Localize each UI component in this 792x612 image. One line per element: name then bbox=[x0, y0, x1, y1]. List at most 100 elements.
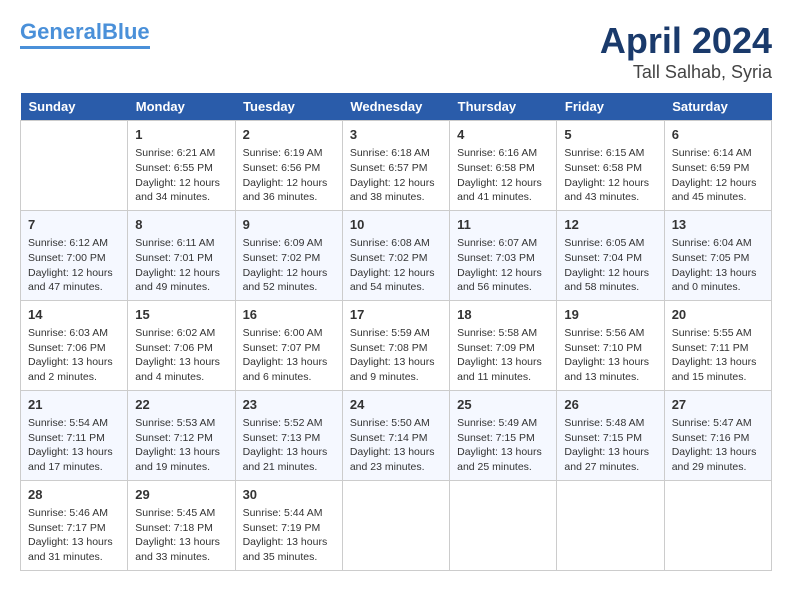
location-title: Tall Salhab, Syria bbox=[600, 62, 772, 83]
day-info: Sunrise: 5:54 AM Sunset: 7:11 PM Dayligh… bbox=[28, 416, 120, 475]
day-info: Sunrise: 6:12 AM Sunset: 7:00 PM Dayligh… bbox=[28, 236, 120, 295]
day-info: Sunrise: 5:49 AM Sunset: 7:15 PM Dayligh… bbox=[457, 416, 549, 475]
day-number: 19 bbox=[564, 306, 656, 324]
day-number: 23 bbox=[243, 396, 335, 414]
day-info: Sunrise: 6:09 AM Sunset: 7:02 PM Dayligh… bbox=[243, 236, 335, 295]
day-number: 10 bbox=[350, 216, 442, 234]
day-number: 14 bbox=[28, 306, 120, 324]
day-cell: 22 Sunrise: 5:53 AM Sunset: 7:12 PM Dayli… bbox=[128, 390, 235, 480]
day-info: Sunrise: 6:03 AM Sunset: 7:06 PM Dayligh… bbox=[28, 326, 120, 385]
day-cell: 12 Sunrise: 6:05 AM Sunset: 7:04 PM Dayli… bbox=[557, 210, 664, 300]
header-day-monday: Monday bbox=[128, 93, 235, 121]
day-cell: 18 Sunrise: 5:58 AM Sunset: 7:09 PM Dayli… bbox=[450, 300, 557, 390]
day-number: 26 bbox=[564, 396, 656, 414]
day-number: 11 bbox=[457, 216, 549, 234]
day-cell: 21 Sunrise: 5:54 AM Sunset: 7:11 PM Dayli… bbox=[21, 390, 128, 480]
day-cell: 17Sunrise: 5:59 AM Sunset: 7:08 PM Dayli… bbox=[342, 300, 449, 390]
day-number: 17 bbox=[350, 306, 442, 324]
header-day-tuesday: Tuesday bbox=[235, 93, 342, 121]
calendar-header-row: SundayMondayTuesdayWednesdayThursdayFrid… bbox=[21, 93, 772, 121]
header-day-sunday: Sunday bbox=[21, 93, 128, 121]
day-info: Sunrise: 6:15 AM Sunset: 6:58 PM Dayligh… bbox=[564, 146, 656, 205]
day-number: 29 bbox=[135, 486, 227, 504]
day-number: 24 bbox=[350, 396, 442, 414]
day-number: 8 bbox=[135, 216, 227, 234]
day-info: Sunrise: 5:47 AM Sunset: 7:16 PM Dayligh… bbox=[672, 416, 764, 475]
week-row-3: 21 Sunrise: 5:54 AM Sunset: 7:11 PM Dayli… bbox=[21, 390, 772, 480]
header-day-friday: Friday bbox=[557, 93, 664, 121]
day-cell: 19 Sunrise: 5:56 AM Sunset: 7:10 PM Dayli… bbox=[557, 300, 664, 390]
day-cell: 2 Sunrise: 6:19 AM Sunset: 6:56 PM Daylig… bbox=[235, 121, 342, 211]
day-number: 13 bbox=[672, 216, 764, 234]
day-cell bbox=[557, 480, 664, 570]
logo-underline bbox=[20, 46, 150, 49]
day-cell: 10 Sunrise: 6:08 AM Sunset: 7:02 PM Dayli… bbox=[342, 210, 449, 300]
day-info: Sunrise: 5:45 AM Sunset: 7:18 PM Dayligh… bbox=[135, 506, 227, 565]
day-info: Sunrise: 6:21 AM Sunset: 6:55 PM Dayligh… bbox=[135, 146, 227, 205]
day-number: 20 bbox=[672, 306, 764, 324]
day-number: 30 bbox=[243, 486, 335, 504]
day-info: Sunrise: 6:08 AM Sunset: 7:02 PM Dayligh… bbox=[350, 236, 442, 295]
calendar-table: SundayMondayTuesdayWednesdayThursdayFrid… bbox=[20, 93, 772, 571]
day-cell: 30 Sunrise: 5:44 AM Sunset: 7:19 PM Dayli… bbox=[235, 480, 342, 570]
logo-general: General bbox=[20, 19, 102, 44]
day-info: Sunrise: 5:44 AM Sunset: 7:19 PM Dayligh… bbox=[243, 506, 335, 565]
day-cell: 8Sunrise: 6:11 AM Sunset: 7:01 PM Daylig… bbox=[128, 210, 235, 300]
day-cell: 16 Sunrise: 6:00 AM Sunset: 7:07 PM Dayli… bbox=[235, 300, 342, 390]
header-day-wednesday: Wednesday bbox=[342, 93, 449, 121]
day-info: Sunrise: 6:19 AM Sunset: 6:56 PM Dayligh… bbox=[243, 146, 335, 205]
logo-text: GeneralBlue bbox=[20, 20, 150, 44]
day-cell: 23 Sunrise: 5:52 AM Sunset: 7:13 PM Dayli… bbox=[235, 390, 342, 480]
day-cell: 28 Sunrise: 5:46 AM Sunset: 7:17 PM Dayli… bbox=[21, 480, 128, 570]
day-cell bbox=[342, 480, 449, 570]
day-number: 5 bbox=[564, 126, 656, 144]
day-cell: 14 Sunrise: 6:03 AM Sunset: 7:06 PM Dayli… bbox=[21, 300, 128, 390]
day-cell: 24Sunrise: 5:50 AM Sunset: 7:14 PM Dayli… bbox=[342, 390, 449, 480]
day-number: 4 bbox=[457, 126, 549, 144]
day-cell bbox=[450, 480, 557, 570]
day-number: 12 bbox=[564, 216, 656, 234]
day-info: Sunrise: 5:58 AM Sunset: 7:09 PM Dayligh… bbox=[457, 326, 549, 385]
day-number: 22 bbox=[135, 396, 227, 414]
day-cell: 9Sunrise: 6:09 AM Sunset: 7:02 PM Daylig… bbox=[235, 210, 342, 300]
day-number: 25 bbox=[457, 396, 549, 414]
day-number: 21 bbox=[28, 396, 120, 414]
day-cell: 7Sunrise: 6:12 AM Sunset: 7:00 PM Daylig… bbox=[21, 210, 128, 300]
day-cell: 27 Sunrise: 5:47 AM Sunset: 7:16 PM Dayli… bbox=[664, 390, 771, 480]
day-info: Sunrise: 5:55 AM Sunset: 7:11 PM Dayligh… bbox=[672, 326, 764, 385]
day-info: Sunrise: 6:05 AM Sunset: 7:04 PM Dayligh… bbox=[564, 236, 656, 295]
day-info: Sunrise: 6:07 AM Sunset: 7:03 PM Dayligh… bbox=[457, 236, 549, 295]
day-info: Sunrise: 5:56 AM Sunset: 7:10 PM Dayligh… bbox=[564, 326, 656, 385]
day-cell: 1Sunrise: 6:21 AM Sunset: 6:55 PM Daylig… bbox=[128, 121, 235, 211]
day-info: Sunrise: 6:00 AM Sunset: 7:07 PM Dayligh… bbox=[243, 326, 335, 385]
day-number: 15 bbox=[135, 306, 227, 324]
day-info: Sunrise: 6:04 AM Sunset: 7:05 PM Dayligh… bbox=[672, 236, 764, 295]
day-cell: 15Sunrise: 6:02 AM Sunset: 7:06 PM Dayli… bbox=[128, 300, 235, 390]
logo-blue: Blue bbox=[102, 19, 150, 44]
week-row-2: 14 Sunrise: 6:03 AM Sunset: 7:06 PM Dayli… bbox=[21, 300, 772, 390]
day-info: Sunrise: 5:53 AM Sunset: 7:12 PM Dayligh… bbox=[135, 416, 227, 475]
day-cell: 26 Sunrise: 5:48 AM Sunset: 7:15 PM Dayli… bbox=[557, 390, 664, 480]
day-cell: 13 Sunrise: 6:04 AM Sunset: 7:05 PM Dayli… bbox=[664, 210, 771, 300]
day-number: 3 bbox=[350, 126, 442, 144]
month-title: April 2024 bbox=[600, 20, 772, 62]
day-cell: 4 Sunrise: 6:16 AM Sunset: 6:58 PM Daylig… bbox=[450, 121, 557, 211]
day-number: 18 bbox=[457, 306, 549, 324]
day-number: 28 bbox=[28, 486, 120, 504]
day-info: Sunrise: 5:48 AM Sunset: 7:15 PM Dayligh… bbox=[564, 416, 656, 475]
day-cell: 3 Sunrise: 6:18 AM Sunset: 6:57 PM Daylig… bbox=[342, 121, 449, 211]
day-info: Sunrise: 6:14 AM Sunset: 6:59 PM Dayligh… bbox=[672, 146, 764, 205]
header-day-thursday: Thursday bbox=[450, 93, 557, 121]
day-number: 27 bbox=[672, 396, 764, 414]
day-number: 2 bbox=[243, 126, 335, 144]
day-cell: 20 Sunrise: 5:55 AM Sunset: 7:11 PM Dayli… bbox=[664, 300, 771, 390]
day-info: Sunrise: 5:52 AM Sunset: 7:13 PM Dayligh… bbox=[243, 416, 335, 475]
title-area: April 2024 Tall Salhab, Syria bbox=[600, 20, 772, 83]
day-info: Sunrise: 6:18 AM Sunset: 6:57 PM Dayligh… bbox=[350, 146, 442, 205]
day-info: Sunrise: 6:16 AM Sunset: 6:58 PM Dayligh… bbox=[457, 146, 549, 205]
day-cell: 6 Sunrise: 6:14 AM Sunset: 6:59 PM Daylig… bbox=[664, 121, 771, 211]
day-info: Sunrise: 5:46 AM Sunset: 7:17 PM Dayligh… bbox=[28, 506, 120, 565]
day-cell: 25 Sunrise: 5:49 AM Sunset: 7:15 PM Dayli… bbox=[450, 390, 557, 480]
day-number: 6 bbox=[672, 126, 764, 144]
day-number: 16 bbox=[243, 306, 335, 324]
